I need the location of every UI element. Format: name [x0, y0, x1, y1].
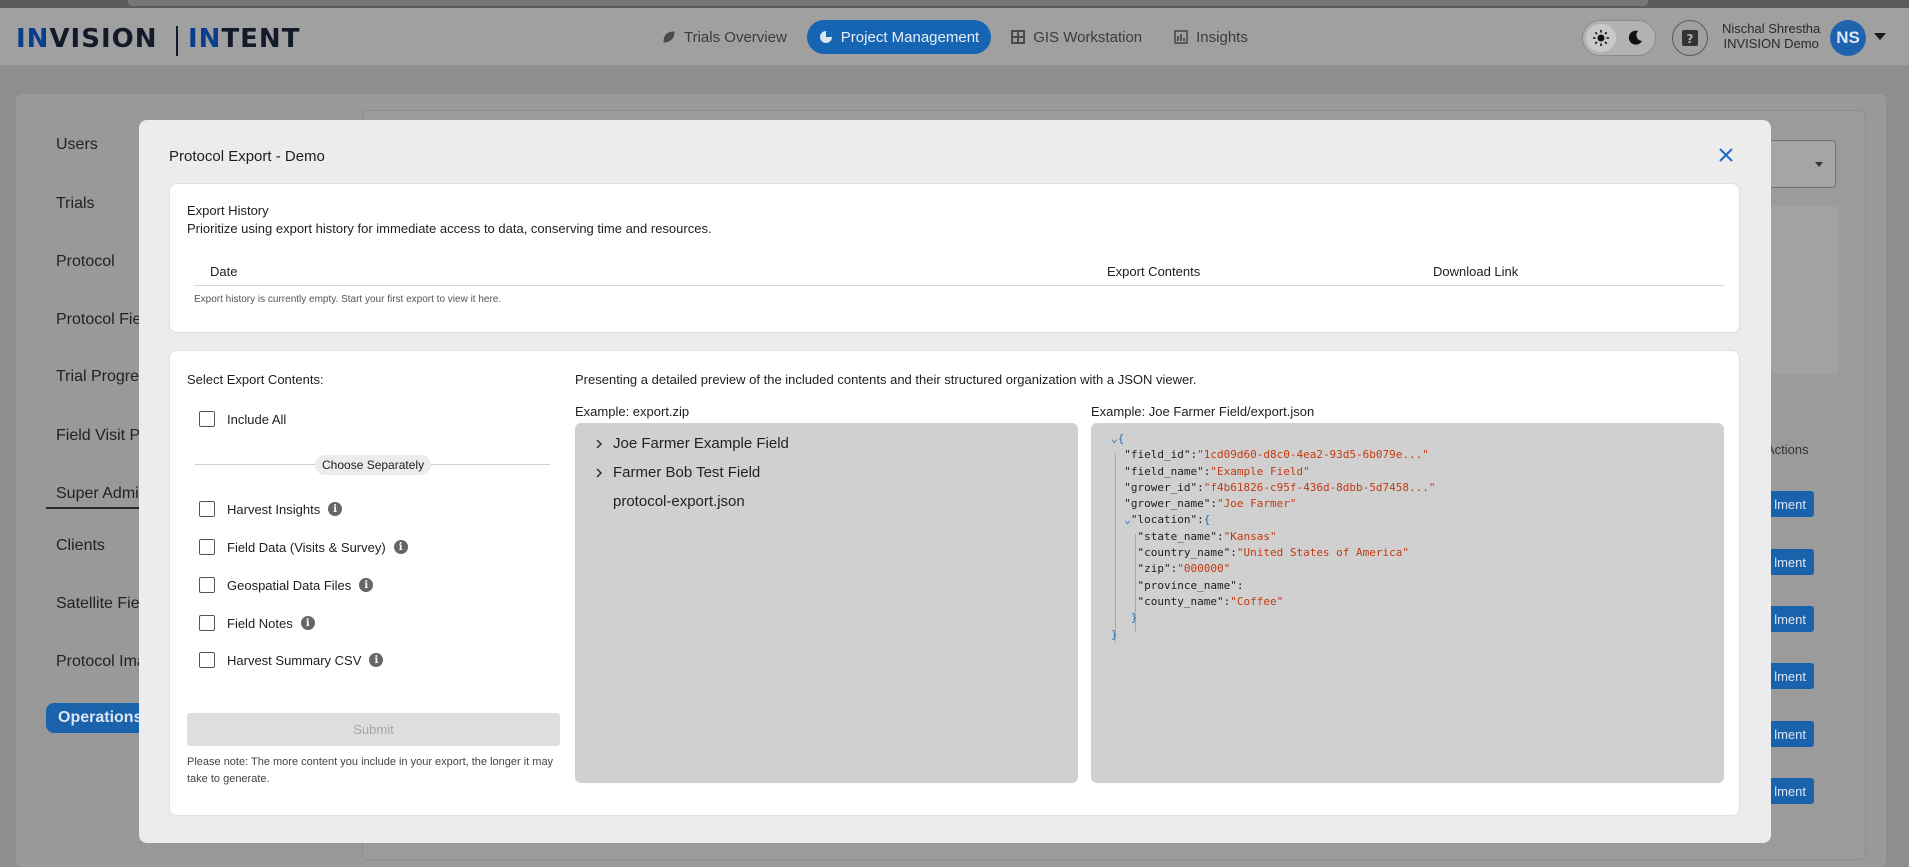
export-history-card: Export History Prioritize using export h… [169, 183, 1740, 333]
json-content: ⌄{ "field_id":"1cd09d60-d8c0-4ea2-93d5-6… [1111, 431, 1436, 643]
sidebar-item-protocol[interactable]: Protocol [56, 253, 115, 271]
json-province-name: "province_name": [1137, 578, 1244, 592]
chevron-down-icon [1815, 162, 1823, 167]
chevron-down-icon[interactable] [1874, 33, 1886, 40]
chevron-down-icon[interactable]: ⌄ [1111, 432, 1118, 445]
json-root-close: } [1111, 627, 1118, 641]
info-icon[interactable]: i [359, 578, 374, 592]
option-geospatial-data-files[interactable]: Geospatial Data Files i [199, 577, 374, 593]
option-harvest-insights[interactable]: Harvest Insights i [199, 501, 343, 517]
chevron-right-icon[interactable] [595, 438, 603, 450]
select-export-title: Select Export Contents: [187, 372, 324, 387]
option-field-data[interactable]: Field Data (Visits & Survey) i [199, 539, 408, 555]
field-notes-checkbox[interactable] [199, 615, 215, 631]
modal-title: Protocol Export - Demo [169, 148, 325, 165]
theme-toggle[interactable] [1582, 20, 1656, 56]
background-card [1760, 206, 1838, 374]
export-history-empty-text: Export history is currently empty. Start… [194, 294, 502, 305]
field-data-checkbox[interactable] [199, 539, 215, 555]
preview-description: Presenting a detailed preview of the inc… [575, 372, 1197, 387]
help-icon: ? [1682, 30, 1698, 46]
harvest-insights-checkbox[interactable] [199, 501, 215, 517]
json-zip: "zip":"000000" [1137, 562, 1231, 576]
window-top-strip [0, 0, 1909, 8]
nav-gis-workstation[interactable]: GIS Workstation [999, 20, 1154, 54]
json-field-id: "field_id":"1cd09d60-d8c0-4ea2-93d5-6b07… [1124, 448, 1429, 462]
sidebar-item-protocol-fields[interactable]: Protocol Fie [56, 311, 141, 329]
tree-folder-farmer-bob[interactable]: Farmer Bob Test Field [595, 464, 760, 481]
bar-chart-icon [1174, 30, 1188, 44]
svg-text:?: ? [1687, 32, 1694, 46]
harvest-summary-checkbox[interactable] [199, 652, 215, 668]
option-field-notes[interactable]: Field Notes i [199, 615, 315, 631]
column-header-export-contents[interactable]: Export Contents [1107, 264, 1200, 279]
protocol-export-modal: Protocol Export - Demo Export History Pr… [139, 120, 1771, 843]
json-grower-name: "grower_name":"Joe Farmer" [1124, 497, 1297, 511]
logo-separator [176, 26, 178, 56]
json-example-label: Example: Joe Farmer Field/export.json [1091, 404, 1315, 419]
invision-logo[interactable]: INVISION [16, 24, 158, 54]
nav-insights[interactable]: Insights [1162, 20, 1260, 54]
export-contents-card: Select Export Contents: Include All Choo… [169, 350, 1740, 816]
json-viewer: ⌄{ "field_id":"1cd09d60-d8c0-4ea2-93d5-6… [1091, 423, 1724, 783]
chevron-down-icon[interactable]: ⌄ [1124, 513, 1131, 526]
choose-separately-label: Choose Separately [315, 455, 432, 475]
intent-logo[interactable]: INTENT [188, 24, 300, 54]
help-button[interactable]: ? [1672, 20, 1708, 56]
json-country-name: "country_name":"United States of America… [1137, 546, 1410, 560]
submit-button[interactable]: Submit [187, 713, 560, 746]
zip-example-label: Example: export.zip [575, 404, 690, 419]
json-field-name: "field_name":"Example Field" [1124, 464, 1310, 478]
sidebar-item-trial-progress[interactable]: Trial Progres [56, 368, 147, 386]
export-history-table-header: Date Export Contents Download Link [194, 264, 1724, 286]
zip-tree-viewer: Joe Farmer Example Field Farmer Bob Test… [575, 423, 1078, 783]
nav-trials-overview[interactable]: Trials Overview [650, 20, 799, 54]
sidebar-item-trials[interactable]: Trials [56, 195, 95, 213]
sidebar-item-satellite-fields[interactable]: Satellite Fiel [56, 595, 143, 613]
tree-folder-joe-farmer[interactable]: Joe Farmer Example Field [595, 435, 789, 452]
info-icon[interactable]: i [300, 616, 315, 630]
info-icon[interactable]: i [328, 502, 343, 516]
export-history-title: Export History [187, 203, 269, 218]
sun-icon[interactable] [1586, 24, 1616, 52]
include-all-checkbox[interactable] [199, 411, 215, 427]
moon-icon[interactable] [1620, 24, 1650, 52]
chevron-right-icon[interactable] [595, 467, 603, 479]
pie-chart-icon [819, 31, 832, 43]
export-note: Please note: The more content you includ… [187, 756, 554, 785]
leaf-icon [663, 31, 675, 43]
column-header-download-link[interactable]: Download Link [1433, 264, 1518, 279]
nav-project-management[interactable]: Project Management [806, 20, 992, 54]
export-history-subtitle: Prioritize using export history for imme… [187, 221, 712, 236]
main-nav: Trials Overview Project Management GIS W… [650, 20, 1260, 54]
info-icon[interactable]: i [369, 653, 384, 667]
json-root-line[interactable]: ⌄{ [1111, 431, 1436, 447]
option-harvest-summary-csv[interactable]: Harvest Summary CSV i [199, 652, 384, 668]
avatar[interactable]: NS [1830, 20, 1866, 56]
user-info[interactable]: Nischal Shrestha INVISION Demo [1722, 21, 1820, 51]
column-header-date[interactable]: Date [210, 264, 237, 279]
sidebar-item-users[interactable]: Users [56, 136, 98, 154]
top-navigation-bar: INVISION INTENT Trials Overview Project … [0, 8, 1909, 66]
sidebar-item-clients[interactable]: Clients [56, 537, 105, 555]
tree-file-protocol-export[interactable]: protocol-export.json [613, 493, 745, 510]
json-location[interactable]: ⌄"location":{ [1111, 512, 1436, 528]
grid-icon [1011, 30, 1026, 44]
include-all-option[interactable]: Include All [199, 411, 286, 427]
json-grower-id: "grower_id":"f4b61826-c95f-436d-8dbb-5d7… [1124, 480, 1436, 494]
info-icon[interactable]: i [393, 540, 408, 554]
sidebar-item-protocol-images[interactable]: Protocol Ima [56, 653, 146, 671]
json-state-name: "state_name":"Kansas" [1137, 529, 1277, 543]
geospatial-data-checkbox[interactable] [199, 577, 215, 593]
close-icon[interactable] [1717, 146, 1735, 164]
json-location-close: } [1130, 611, 1138, 625]
table-header-actions: Actions [1766, 442, 1809, 457]
json-county-name: "county_name":"Coffee" [1137, 594, 1284, 608]
